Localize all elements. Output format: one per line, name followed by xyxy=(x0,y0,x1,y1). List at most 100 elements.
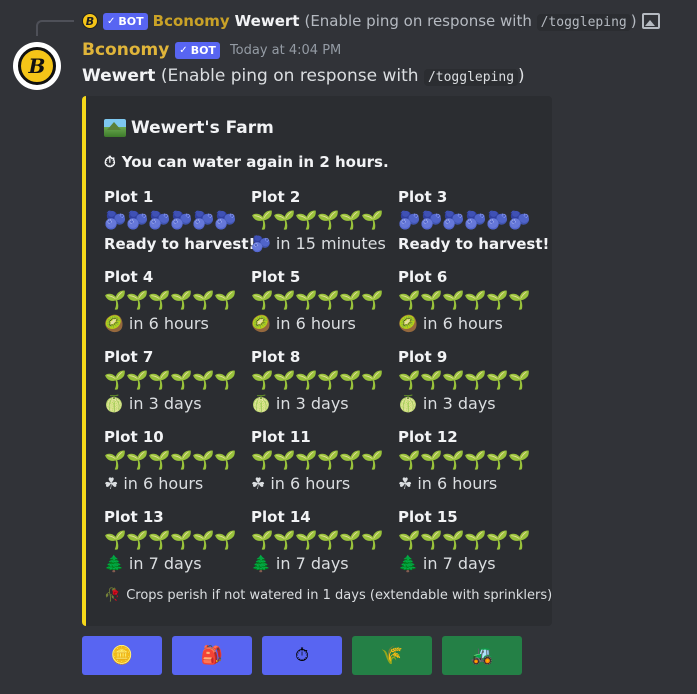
coin-button[interactable]: 🪙 xyxy=(82,636,162,675)
plot-grid: Plot 1 🫐 🫐 🫐 🫐 🫐 🫐 Ready to harvest! Plot 2 🌱 🌱 🌱 🌱 🌱… xyxy=(104,186,549,586)
plot-status-text: in 7 days xyxy=(128,554,202,573)
plot-status: 🫐 in 15 minutes xyxy=(251,232,398,256)
blueberries-icon: 🫐 xyxy=(464,209,486,231)
blueberries-icon: 🫐 xyxy=(170,209,192,231)
plot-plants: 🌱 🌱 🌱 🌱 🌱 🌱 xyxy=(104,528,251,552)
plot-cell: Plot 3 🫐 🫐 🫐 🫐 🫐 🫐 Ready to harvest! xyxy=(398,186,549,266)
tractor-icon: 🚜 xyxy=(470,645,494,666)
plot-plants: 🫐 🫐 🫐 🫐 🫐 🫐 xyxy=(398,208,545,232)
seedling-icon: 🌱 xyxy=(214,449,236,471)
image-icon[interactable] xyxy=(641,13,660,29)
seedling-icon: 🌱 xyxy=(442,449,464,471)
stopwatch-icon: ⏱ xyxy=(294,645,310,666)
blueberries-icon: 🫐 xyxy=(398,209,420,231)
kiwi-icon: 🥝 xyxy=(104,314,124,333)
plot-status: 🥝 in 6 hours xyxy=(398,312,545,336)
plot-status: 🥝 in 6 hours xyxy=(251,312,398,336)
reply-avatar[interactable]: B xyxy=(82,13,98,29)
stopwatch-icon: ⏱ xyxy=(104,153,116,171)
seedling-icon: 🌱 xyxy=(317,529,339,551)
seedling-icon: 🌱 xyxy=(251,449,273,471)
tractor-button[interactable]: 🚜 xyxy=(442,636,522,675)
embed-title-text: Wewert's Farm xyxy=(131,118,274,138)
bot-avatar[interactable]: B xyxy=(13,42,61,90)
shamrock-icon: ☘ xyxy=(398,474,413,493)
farm-landscape-icon xyxy=(104,119,126,137)
plot-plants: 🌱 🌱 🌱 🌱 🌱 🌱 xyxy=(398,368,545,392)
water-cooldown: ⏱ You can water again in 2 hours. xyxy=(104,153,389,171)
reply-preview[interactable]: B ✓ BOT Bconomy Wewert (Enable ping on re… xyxy=(82,10,660,32)
plot-status: 🌲 in 7 days xyxy=(398,552,545,576)
plot-plants: 🌱 🌱 🌱 🌱 🌱 🌱 xyxy=(251,448,398,472)
seedling-icon: 🌱 xyxy=(192,289,214,311)
seedling-icon: 🌱 xyxy=(251,529,273,551)
seedling-icon: 🌱 xyxy=(486,289,508,311)
plot-status-text: in 7 days xyxy=(422,554,496,573)
plot-name: Plot 4 xyxy=(104,268,154,286)
seedling-icon: 🌱 xyxy=(251,369,273,391)
message-timestamp[interactable]: Today at 4:04 PM xyxy=(230,43,341,58)
plot-status: 🌲 in 7 days xyxy=(251,552,398,576)
blueberries-icon: 🫐 xyxy=(508,209,530,231)
plot-status: 🌲 in 7 days xyxy=(104,552,251,576)
harvest-button[interactable]: 🌾 xyxy=(352,636,432,675)
harvest-icon: 🌾 xyxy=(380,645,404,666)
seedling-icon: 🌱 xyxy=(295,209,317,231)
plot-cell: Plot 4 🌱 🌱 🌱 🌱 🌱 🌱 🥝 in 6 hours xyxy=(104,266,251,346)
seedling-icon: 🌱 xyxy=(317,289,339,311)
seedling-icon: 🌱 xyxy=(251,209,273,231)
blueberries-icon: 🫐 xyxy=(442,209,464,231)
backpack-button[interactable]: 🎒 xyxy=(172,636,252,675)
plot-plants: 🌱 🌱 🌱 🌱 🌱 🌱 xyxy=(251,368,398,392)
plot-name: Plot 5 xyxy=(251,268,301,286)
seedling-icon: 🌱 xyxy=(339,289,361,311)
seedling-icon: 🌱 xyxy=(214,289,236,311)
seedling-icon: 🌱 xyxy=(508,529,530,551)
plot-cell: Plot 14 🌱 🌱 🌱 🌱 🌱 🌱 🌲 in 7 days xyxy=(251,506,398,586)
seedling-icon: 🌱 xyxy=(192,369,214,391)
stopwatch-button[interactable]: ⏱ xyxy=(262,636,342,675)
evergreen-tree-icon: 🌲 xyxy=(104,554,124,573)
seedling-icon: 🌱 xyxy=(170,369,192,391)
seedling-icon: 🌱 xyxy=(339,209,361,231)
seedling-icon: 🌱 xyxy=(420,449,442,471)
wilted-flower-icon: 🥀 xyxy=(104,588,121,603)
seedling-icon: 🌱 xyxy=(317,209,339,231)
bot-avatar-letter: B xyxy=(18,47,56,85)
plot-name: Plot 13 xyxy=(104,508,164,526)
plot-name: Plot 15 xyxy=(398,508,458,526)
plot-plants: 🌱 🌱 🌱 🌱 🌱 🌱 xyxy=(104,448,251,472)
coin-icon: 🪙 xyxy=(110,645,134,666)
seedling-icon: 🌱 xyxy=(192,449,214,471)
plot-status-text: in 3 days xyxy=(275,394,349,413)
seedling-icon: 🌱 xyxy=(486,449,508,471)
seedling-icon: 🌱 xyxy=(398,289,420,311)
seedling-icon: 🌱 xyxy=(508,369,530,391)
seedling-icon: 🌱 xyxy=(464,369,486,391)
plot-status-text: Ready to harvest! xyxy=(104,235,256,253)
seedling-icon: 🌱 xyxy=(295,529,317,551)
plot-cell: Plot 2 🌱 🌱 🌱 🌱 🌱 🌱 🫐 in 15 minutes xyxy=(251,186,398,266)
seedling-icon: 🌱 xyxy=(339,449,361,471)
plot-name: Plot 3 xyxy=(398,188,448,206)
seedling-icon: 🌱 xyxy=(464,529,486,551)
evergreen-tree-icon: 🌲 xyxy=(251,554,271,573)
plot-status-text: in 6 hours xyxy=(270,474,351,493)
message-bot-tag-label: BOT xyxy=(190,43,216,57)
plot-plants: 🌱 🌱 🌱 🌱 🌱 🌱 xyxy=(104,368,251,392)
message-author[interactable]: Bconomy xyxy=(82,40,169,60)
plot-status-text: in 6 hours xyxy=(128,314,209,333)
melon-icon: 🍈 xyxy=(398,394,418,413)
seedling-icon: 🌱 xyxy=(126,369,148,391)
plot-plants: 🌱 🌱 🌱 🌱 🌱 🌱 xyxy=(398,528,545,552)
blueberries-icon: 🫐 xyxy=(251,234,271,253)
reply-author[interactable]: Bconomy xyxy=(153,12,230,30)
action-buttons: 🪙 🎒 ⏱ 🌾 🚜 xyxy=(82,636,522,675)
verified-check-icon: ✓ xyxy=(107,15,116,27)
seedling-icon: 🌱 xyxy=(104,449,126,471)
plot-status-text: in 3 days xyxy=(422,394,496,413)
seedling-icon: 🌱 xyxy=(464,449,486,471)
melon-icon: 🍈 xyxy=(104,394,124,413)
plot-status: Ready to harvest! xyxy=(104,232,255,256)
seedling-icon: 🌱 xyxy=(148,449,170,471)
